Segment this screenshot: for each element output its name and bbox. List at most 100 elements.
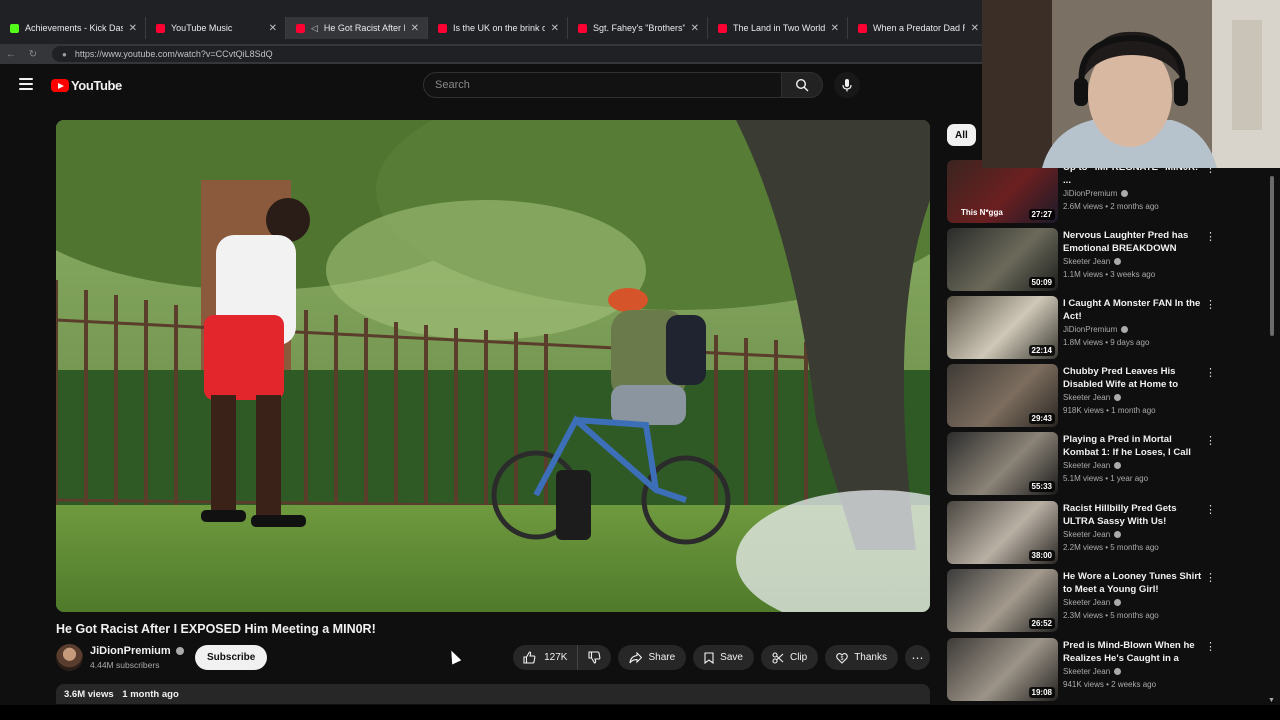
voice-search-button[interactable] <box>834 72 860 98</box>
video-player[interactable] <box>56 120 930 612</box>
share-button[interactable]: Share <box>618 645 687 670</box>
scrollbar[interactable]: ▼ <box>1268 168 1276 704</box>
bookmark-icon <box>704 651 714 664</box>
search-button[interactable] <box>781 72 823 98</box>
scroll-down-arrow-icon[interactable]: ▼ <box>1268 697 1275 704</box>
filter-chip-all[interactable]: All <box>947 124 976 146</box>
channel-avatar[interactable] <box>56 644 83 671</box>
tab-close-icon[interactable]: ✕ <box>269 23 277 34</box>
hamburger-menu-icon[interactable] <box>19 78 33 90</box>
clip-button[interactable]: Clip <box>760 645 819 670</box>
video-thumbnail[interactable]: 50:09 <box>947 228 1058 291</box>
recommended-title[interactable]: I Caught A Monster FAN In the Act! <box>1063 297 1205 323</box>
browser-tab[interactable]: Achievements - Kick Dashb ✕ <box>0 17 146 39</box>
recommended-video[interactable]: 38:00 Racist Hillbilly Pred Gets ULTRA Sa… <box>947 501 1267 564</box>
youtube-logo[interactable]: YouTube <box>51 78 122 93</box>
like-count: 127K <box>544 652 568 663</box>
recommended-title[interactable]: Playing a Pred in Mortal Kombat 1: If he… <box>1063 433 1205 460</box>
recommended-meta: 1.1M views • 3 weeks ago <box>1063 270 1156 279</box>
more-actions-button[interactable]: ⋯ <box>905 645 930 670</box>
recommended-video[interactable]: 26:52 He Wore a Looney Tunes Shirt to Mee… <box>947 569 1267 632</box>
tab-audio-icon[interactable]: ◁ <box>311 23 318 34</box>
tab-close-icon[interactable]: ✕ <box>411 23 419 34</box>
recommended-title[interactable]: Chubby Pred Leaves His Disabled Wife at … <box>1063 365 1205 392</box>
scrollbar-thumb[interactable] <box>1270 176 1274 336</box>
recommended-title[interactable]: Pred is Mind-Blown When he Realizes He's… <box>1063 639 1205 666</box>
video-thumbnail[interactable]: 26:52 <box>947 569 1058 632</box>
site-info-icon[interactable]: ● <box>62 50 67 59</box>
browser-tab[interactable]: Is the UK on the brink of a c ✕ <box>428 17 568 39</box>
recommended-meta: 2.2M views • 5 months ago <box>1063 543 1159 552</box>
recommended-channel[interactable]: Skeeter Jean <box>1063 461 1122 470</box>
share-label: Share <box>648 652 676 663</box>
youtube-wordmark: YouTube <box>71 78 122 93</box>
recommended-video[interactable]: 29:43 Chubby Pred Leaves His Disabled Wif… <box>947 364 1267 427</box>
address-bar[interactable]: ● https://www.youtube.com/watch?v=CCvtQi… <box>52 46 992 62</box>
tab-close-icon[interactable]: ✕ <box>129 23 137 34</box>
verified-badge-icon <box>1121 326 1129 334</box>
save-button[interactable]: Save <box>693 645 754 670</box>
recommended-channel[interactable]: JiDionPremium <box>1063 189 1129 198</box>
recommended-channel[interactable]: Skeeter Jean <box>1063 257 1122 266</box>
tab-title: Sgt. Fahey's "Brothers" Kick <box>593 23 685 33</box>
recommended-channel[interactable]: Skeeter Jean <box>1063 393 1122 402</box>
like-button[interactable]: 127K <box>513 645 579 670</box>
recommended-title[interactable]: He Wore a Looney Tunes Shirt to Meet a Y… <box>1063 570 1205 596</box>
recommended-meta: 941K views • 2 weeks ago <box>1063 680 1157 689</box>
search-input[interactable] <box>435 79 781 91</box>
recommended-channel[interactable]: Skeeter Jean <box>1063 530 1122 539</box>
recommended-meta: 1.8M views • 9 days ago <box>1063 338 1150 347</box>
browser-tab[interactable]: ◁ He Got Racist After I EX ✕ <box>286 17 428 39</box>
description-box[interactable]: 3.6M views 1 month ago <box>56 684 930 704</box>
video-duration: 50:09 <box>1028 277 1055 288</box>
video-duration: 55:33 <box>1028 481 1055 492</box>
browser-tab[interactable]: Sgt. Fahey's "Brothers" Kick ✕ <box>568 17 708 39</box>
video-thumbnail[interactable]: 19:08 <box>947 638 1058 701</box>
tab-close-icon[interactable]: ✕ <box>971 23 979 34</box>
recommended-channel[interactable]: Skeeter Jean <box>1063 667 1122 676</box>
recommended-video[interactable]: 19:08 Pred is Mind-Blown When he Realizes… <box>947 638 1267 701</box>
thumbnail-caption: This N*gga <box>961 208 1003 217</box>
back-arrow-icon[interactable]: ← <box>0 49 22 60</box>
more-vertical-icon[interactable]: ⋮ <box>1205 503 1216 516</box>
recommended-video[interactable]: 22:14 I Caught A Monster FAN In the Act! J… <box>947 296 1267 359</box>
video-actions: 127K Share Save Clip $ Thanks ⋯ <box>513 645 930 670</box>
recommended-title[interactable]: Nervous Laughter Pred has Emotional BREA… <box>1063 229 1205 256</box>
recommended-channel[interactable]: JiDionPremium <box>1063 325 1129 334</box>
verified-badge-icon <box>1114 258 1122 266</box>
recommended-video[interactable]: 50:09 Nervous Laughter Pred has Emotional… <box>947 228 1267 291</box>
browser-tab[interactable]: The Land in Two Worlds: A F ✕ <box>708 17 848 39</box>
thanks-button[interactable]: $ Thanks <box>825 645 898 670</box>
video-thumbnail[interactable]: 22:14 <box>947 296 1058 359</box>
recommended-channel[interactable]: Skeeter Jean <box>1063 598 1122 607</box>
search-box[interactable] <box>423 72 782 98</box>
browser-tab[interactable]: When a Predator Dad Realiz ✕ <box>848 17 988 39</box>
recommended-video[interactable]: 55:33 Playing a Pred in Mortal Kombat 1: … <box>947 432 1267 495</box>
tab-close-icon[interactable]: ✕ <box>691 23 699 34</box>
channel-name[interactable]: JiDionPremium <box>90 645 184 657</box>
recommended-video[interactable]: This N*gga27:27Up to "IMPREGNATE" MIN0R!… <box>947 160 1267 223</box>
more-vertical-icon[interactable]: ⋮ <box>1205 230 1216 243</box>
tab-close-icon[interactable]: ✕ <box>831 23 839 34</box>
reload-icon[interactable]: ↻ <box>22 49 44 60</box>
video-thumbnail[interactable]: 29:43 <box>947 364 1058 427</box>
recommended-title[interactable]: Racist Hillbilly Pred Gets ULTRA Sassy W… <box>1063 502 1205 528</box>
more-vertical-icon[interactable]: ⋮ <box>1205 366 1216 379</box>
share-icon <box>629 651 643 663</box>
more-vertical-icon[interactable]: ⋮ <box>1205 434 1216 447</box>
subscribe-button[interactable]: Subscribe <box>195 645 268 670</box>
more-vertical-icon[interactable]: ⋮ <box>1205 571 1216 584</box>
more-vertical-icon[interactable]: ⋮ <box>1205 298 1216 311</box>
tab-title: Is the UK on the brink of a c <box>453 23 545 33</box>
thanks-label: Thanks <box>854 652 887 663</box>
tab-favicon-icon <box>718 23 727 33</box>
video-thumbnail[interactable]: This N*gga 27:27 <box>947 160 1058 223</box>
more-vertical-icon[interactable]: ⋮ <box>1205 640 1216 653</box>
dislike-button[interactable] <box>578 645 611 670</box>
video-thumbnail[interactable]: 55:33 <box>947 432 1058 495</box>
tab-close-icon[interactable]: ✕ <box>551 23 559 34</box>
webcam-image <box>982 0 1280 168</box>
video-thumbnail[interactable]: 38:00 <box>947 501 1058 564</box>
youtube-play-logo-icon <box>51 79 69 92</box>
browser-tab[interactable]: YouTube Music ✕ <box>146 17 286 39</box>
